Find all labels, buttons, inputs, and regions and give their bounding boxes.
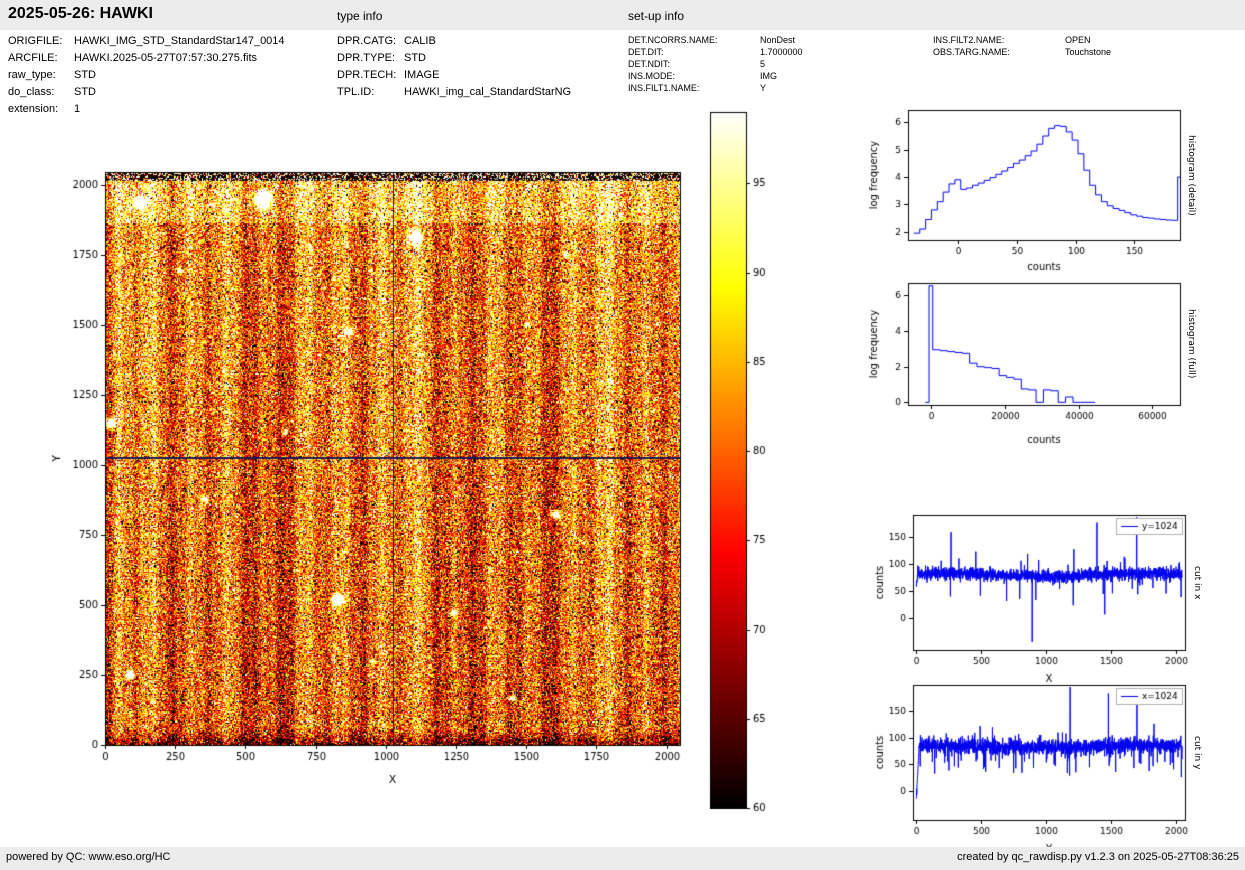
info-row: do_class: STD [8, 84, 285, 101]
info-label: DET.NDIT: [628, 58, 760, 70]
info-label: OBS.TARG.NAME: [933, 46, 1065, 58]
report-title: 2025-05-26: HAWKI [8, 5, 153, 23]
info-label: INS.FILT2.NAME: [933, 34, 1065, 46]
info-row: DET.DIT: 1.7000000 [628, 46, 803, 58]
info-row: INS.FILT2.NAME: OPEN [933, 34, 1111, 46]
info-row: DET.NDIT: 5 [628, 58, 803, 70]
footer-qc-link[interactable]: powered by QC: www.eso.org/HC [6, 851, 170, 863]
info-row: DPR.TECH: IMAGE [337, 67, 571, 84]
histogram-full-plot [860, 260, 1190, 455]
info-value: STD [74, 84, 96, 101]
info-label: raw_type: [8, 67, 74, 84]
histogram-detail-side-label: histogram (detail) [1184, 110, 1198, 240]
raw-image-plot [40, 140, 700, 820]
colorbar [700, 100, 780, 820]
info-value: 1.7000000 [760, 46, 803, 58]
info-label: DPR.CATG: [337, 33, 404, 50]
info-label: DPR.TECH: [337, 67, 404, 84]
info-value: OPEN [1065, 34, 1091, 46]
info-value: HAWKI.2025-05-27T07:57:30.275.fits [74, 50, 257, 67]
info-label: DET.NCORRS.NAME: [628, 34, 760, 46]
info-value: CALIB [404, 33, 436, 50]
info-label: ORIGFILE: [8, 33, 74, 50]
info-label: do_class: [8, 84, 74, 101]
type-info-list: DPR.CATG: CALIB DPR.TYPE: STD DPR.TECH: … [337, 33, 571, 101]
footer-bar: powered by QC: www.eso.org/HC created by… [0, 847, 1245, 870]
histogram-full-side-label: histogram (full) [1184, 283, 1198, 405]
info-label: INS.FILT1.NAME: [628, 82, 760, 94]
info-label: DET.DIT: [628, 46, 760, 58]
footer-created-by: created by qc_rawdisp.py v1.2.3 on 2025-… [957, 851, 1239, 863]
info-row: DPR.CATG: CALIB [337, 33, 571, 50]
info-row: ARCFILE: HAWKI.2025-05-27T07:57:30.275.f… [8, 50, 285, 67]
info-value: HAWKI_img_cal_StandardStarNG [404, 84, 571, 101]
info-row: OBS.TARG.NAME: Touchstone [933, 46, 1111, 58]
cut-in-x-plot [860, 492, 1205, 687]
info-value: Y [760, 82, 766, 94]
setup-info-heading: set-up info [628, 9, 684, 23]
cut-in-x-side-label: cut in x [1190, 515, 1204, 650]
cut-in-y-plot [860, 662, 1205, 852]
info-value: 5 [760, 58, 765, 70]
info-label: TPL.ID: [337, 84, 404, 101]
cut-in-y-side-label: cut in y [1190, 685, 1204, 820]
info-row: raw_type: STD [8, 67, 285, 84]
header-bar: 2025-05-26: HAWKI type info set-up info [0, 0, 1245, 30]
info-value: IMG [760, 70, 777, 82]
info-label: ARCFILE: [8, 50, 74, 67]
info-row: ORIGFILE: HAWKI_IMG_STD_StandardStar147_… [8, 33, 285, 50]
info-value: 1 [74, 101, 80, 118]
info-row: INS.MODE: IMG [628, 70, 803, 82]
info-value: IMAGE [404, 67, 439, 84]
info-value: NonDest [760, 34, 795, 46]
setup-info-list-2: INS.FILT2.NAME: OPEN OBS.TARG.NAME: Touc… [933, 34, 1111, 58]
info-row: DPR.TYPE: STD [337, 50, 571, 67]
info-label: extension: [8, 101, 74, 118]
setup-info-list: DET.NCORRS.NAME: NonDest DET.DIT: 1.7000… [628, 34, 803, 94]
info-label: DPR.TYPE: [337, 50, 404, 67]
info-label: INS.MODE: [628, 70, 760, 82]
info-value: STD [74, 67, 96, 84]
info-value: STD [404, 50, 426, 67]
histogram-detail-plot [860, 88, 1190, 278]
info-row: INS.FILT1.NAME: Y [628, 82, 803, 94]
info-value: HAWKI_IMG_STD_StandardStar147_0014 [74, 33, 285, 50]
type-info-heading: type info [337, 9, 382, 23]
info-row: TPL.ID: HAWKI_img_cal_StandardStarNG [337, 84, 571, 101]
file-info-list: ORIGFILE: HAWKI_IMG_STD_StandardStar147_… [8, 33, 285, 118]
info-row: extension: 1 [8, 101, 285, 118]
info-row: DET.NCORRS.NAME: NonDest [628, 34, 803, 46]
info-value: Touchstone [1065, 46, 1111, 58]
